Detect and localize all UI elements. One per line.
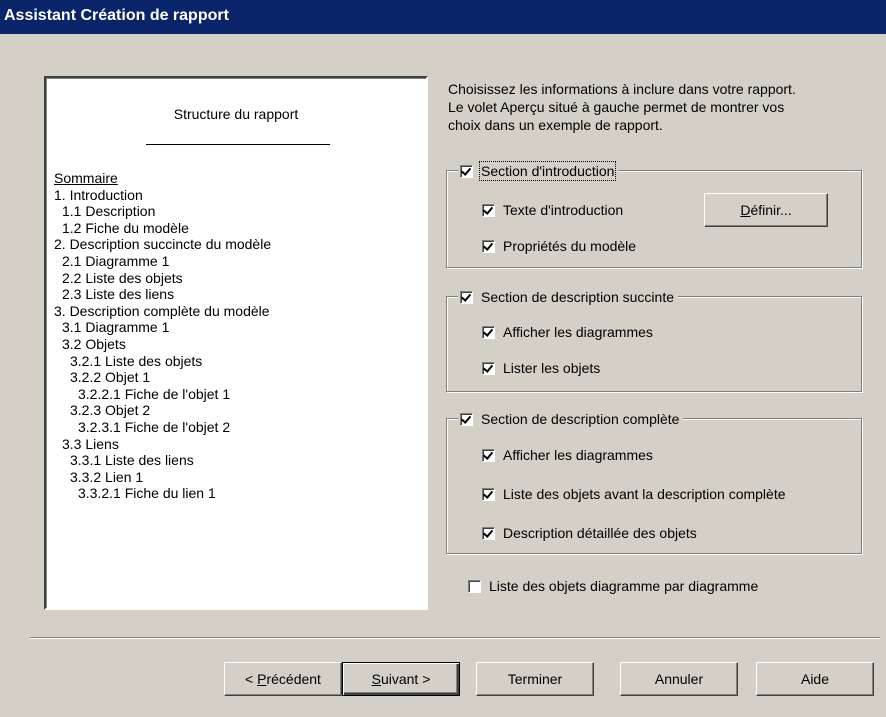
intro-section-label: Section d'introduction bbox=[478, 161, 617, 181]
report-wizard-dialog: Assistant Création de rapport Structure … bbox=[0, 0, 886, 717]
checkbox-icon[interactable] bbox=[460, 412, 473, 426]
full-objects-list-checkbox[interactable]: Liste des objets avant la description co… bbox=[482, 484, 786, 504]
summary-section-label: Section de description succinte bbox=[481, 289, 674, 305]
toc-entry: 3.1 Diagramme 1 bbox=[62, 319, 170, 336]
checkbox-icon[interactable] bbox=[482, 239, 495, 253]
checkbox-icon[interactable] bbox=[468, 579, 481, 593]
toc-entry: 3.2.1 Liste des objets bbox=[70, 352, 203, 369]
toc-entry: 3.3 Liens bbox=[62, 435, 119, 452]
instructions-text: Choisissez les informations à inclure da… bbox=[448, 80, 878, 134]
instructions-line: Le volet Aperçu situé à gauche permet de… bbox=[448, 99, 785, 115]
toc-entry: 3.2.3.1 Fiche de l'objet 2 bbox=[78, 418, 231, 435]
summary-show-diagrams-checkbox[interactable]: Afficher les diagrammes bbox=[482, 322, 653, 342]
checkbox-icon[interactable] bbox=[482, 487, 495, 501]
title-bar: Assistant Création de rapport bbox=[0, 0, 886, 34]
next-button-label: Suivant > bbox=[371, 671, 431, 687]
toc-entry: 2. Description succincte du modèle bbox=[54, 236, 272, 253]
per-diagram-checkbox[interactable]: Liste des objets diagramme par diagramme bbox=[468, 576, 758, 596]
full-detailed-description-checkbox[interactable]: Description détaillée des objets bbox=[482, 523, 697, 543]
model-properties-checkbox[interactable]: Propriétés du modèle bbox=[482, 236, 636, 256]
per-diagram-label: Liste des objets diagramme par diagramme bbox=[489, 578, 759, 594]
summary-list-objects-checkbox[interactable]: Lister les objets bbox=[482, 358, 600, 378]
preview-table-of-contents: Sommaire 1. Introduction 1.1 Description 1.… bbox=[54, 170, 271, 502]
full-show-diagrams-label: Afficher les diagrammes bbox=[503, 447, 653, 463]
separator bbox=[30, 637, 880, 639]
help-button-label: Aide bbox=[800, 671, 830, 687]
intro-text-label: Texte d'introduction bbox=[503, 202, 624, 218]
define-button-label: Définir... bbox=[740, 202, 792, 218]
model-properties-label: Propriétés du modèle bbox=[503, 238, 637, 254]
full-show-diagrams-checkbox[interactable]: Afficher les diagrammes bbox=[482, 445, 653, 465]
cancel-button[interactable]: Annuler bbox=[620, 662, 738, 696]
toc-entry: 3.3.2.1 Fiche du lien 1 bbox=[78, 485, 216, 502]
preview-title-rule bbox=[146, 144, 330, 145]
cancel-button-label: Annuler bbox=[654, 671, 704, 687]
define-button[interactable]: Définir... bbox=[704, 193, 828, 227]
toc-entry: 3.2 Objets bbox=[62, 335, 126, 352]
instructions-line: choix dans un exemple de rapport. bbox=[448, 117, 663, 133]
full-objects-list-label: Liste des objets avant la description co… bbox=[503, 486, 786, 502]
summary-section-checkbox[interactable]: Section de description succinte bbox=[458, 287, 678, 307]
checkbox-icon[interactable] bbox=[460, 164, 473, 178]
next-button[interactable]: Suivant > bbox=[342, 662, 460, 696]
toc-entry: Sommaire bbox=[54, 170, 118, 186]
preview-title: Structure du rapport bbox=[173, 106, 299, 122]
checkbox-icon[interactable] bbox=[482, 448, 495, 462]
summary-show-diagrams-label: Afficher les diagrammes bbox=[503, 324, 653, 340]
toc-entry: 3. Description complète du modèle bbox=[54, 302, 270, 319]
toc-entry: 3.3.2 Lien 1 bbox=[70, 468, 144, 485]
toc-entry: 2.3 Liste des liens bbox=[62, 286, 175, 303]
full-section-label: Section de description complète bbox=[481, 411, 680, 427]
toc-entry: 2.2 Liste des objets bbox=[62, 269, 183, 286]
full-section-checkbox[interactable]: Section de description complète bbox=[458, 409, 684, 429]
toc-entry: 3.3.1 Liste des liens bbox=[70, 452, 194, 469]
toc-entry: 1.2 Fiche du modèle bbox=[62, 219, 189, 236]
finish-button[interactable]: Terminer bbox=[476, 662, 594, 696]
define-button-label-rest: éfinir... bbox=[750, 202, 792, 218]
toc-entry: 3.2.2.1 Fiche de l'objet 1 bbox=[78, 385, 231, 402]
checkbox-icon[interactable] bbox=[460, 290, 473, 304]
checkbox-icon[interactable] bbox=[482, 361, 495, 375]
checkbox-icon[interactable] bbox=[482, 325, 495, 339]
previous-button[interactable]: < Précédent bbox=[224, 662, 342, 696]
previous-button-label: < Précédent bbox=[245, 671, 321, 687]
toc-entry: 3.2.2 Objet 1 bbox=[70, 369, 151, 386]
full-detailed-description-label: Description détaillée des objets bbox=[503, 525, 697, 541]
finish-button-label: Terminer bbox=[507, 671, 563, 687]
checkbox-icon[interactable] bbox=[482, 526, 495, 540]
instructions-line: Choisissez les informations à inclure da… bbox=[448, 81, 796, 97]
toc-entry: 3.2.3 Objet 2 bbox=[70, 402, 151, 419]
intro-section-checkbox[interactable]: Section d'introduction bbox=[458, 161, 619, 181]
toc-entry: 1.1 Description bbox=[62, 203, 156, 220]
summary-list-objects-label: Lister les objets bbox=[503, 360, 601, 376]
report-preview-pane: Structure du rapport Sommaire 1. Introduc… bbox=[44, 76, 428, 610]
checkbox-icon[interactable] bbox=[482, 203, 495, 217]
help-button[interactable]: Aide bbox=[756, 662, 874, 696]
toc-entry: 1. Introduction bbox=[54, 186, 143, 203]
window-title: Assistant Création de rapport bbox=[4, 7, 229, 24]
intro-text-checkbox[interactable]: Texte d'introduction bbox=[482, 200, 623, 220]
toc-entry: 2.1 Diagramme 1 bbox=[62, 252, 170, 269]
